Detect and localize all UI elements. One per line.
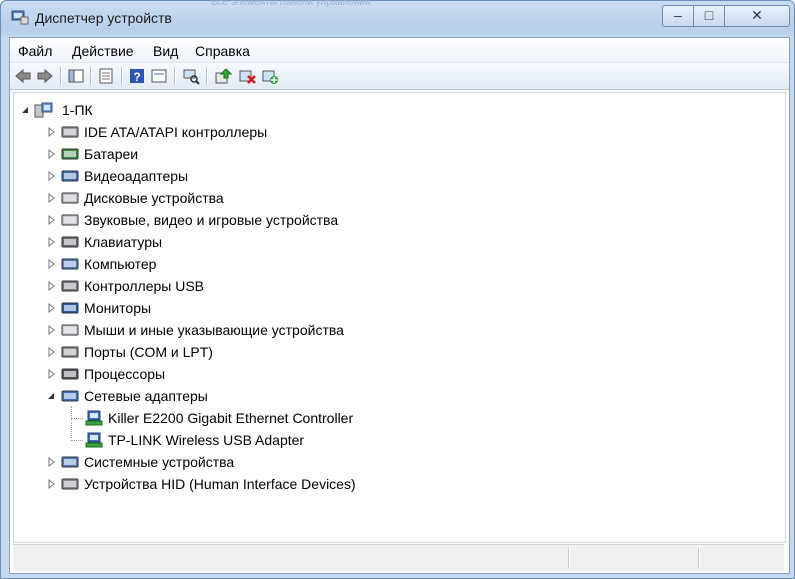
mouse-icon [61,324,79,336]
svg-text:?: ? [133,70,140,84]
scan-hardware-icon[interactable] [182,67,200,85]
network-device-label: TP-LINK Wireless USB Adapter [108,432,305,448]
status-separator [568,548,570,568]
background-ghost-text: Все элементы панели управления [211,0,371,8]
network-device-icon [85,410,103,426]
console-tree-icon[interactable] [67,67,85,85]
expand-arrow-icon[interactable] [46,457,56,467]
device-manager-app-icon [11,10,29,25]
tree-category-label: Мониторы [84,300,152,316]
help-icon[interactable]: ? [128,67,146,85]
tree-category-label: Видеоадаптеры [84,168,189,184]
expand-arrow-icon[interactable] [46,149,56,159]
title-bar[interactable]: Диспетчер устройств Все элементы панели … [1,0,794,35]
collapse-arrow-icon[interactable] [46,391,56,401]
expand-arrow-icon[interactable] [46,259,56,269]
display-adapter-icon [61,170,79,182]
network-adapter-icon [61,390,79,402]
close-icon: ✕ [751,7,763,23]
maximize-button[interactable]: □ [693,5,725,27]
tree-connector-line [71,406,72,438]
computer-icon [61,258,79,270]
toolbar-separator [174,67,176,85]
tree-category-label: IDE ATA/ATAPI контроллеры [84,124,268,140]
toolbar-separator [206,67,208,85]
tree-category-label: Звуковые, видео и игровые устройства [84,212,339,228]
tree-category-label: Порты (COM и LPT) [84,344,213,360]
tree-category-label: Контроллеры USB [84,278,204,294]
usb-icon [61,280,79,292]
tree-category-label: Системные устройства [84,454,235,470]
view-icon[interactable] [150,67,168,85]
menu-action[interactable]: Действие [72,43,134,59]
expand-arrow-icon[interactable] [46,347,56,357]
expand-arrow-icon[interactable] [46,171,56,181]
computer-root-icon [34,102,53,118]
keyboard-icon [61,236,79,248]
enable-device-icon[interactable] [261,67,279,85]
expand-arrow-icon[interactable] [46,127,56,137]
menu-view[interactable]: Вид [153,43,178,59]
forward-icon[interactable] [36,67,54,85]
port-icon [61,346,79,358]
battery-icon [61,148,79,160]
back-icon[interactable] [14,67,32,85]
disk-drive-icon [61,192,79,204]
expand-arrow-icon[interactable] [46,369,56,379]
device-manager-window: Диспетчер устройств Все элементы панели … [0,0,795,579]
hid-icon [61,478,79,490]
collapse-arrow-icon[interactable] [20,105,30,115]
maximize-icon: □ [704,7,714,23]
network-device-icon [85,432,103,448]
expand-arrow-icon[interactable] [46,281,56,291]
expand-arrow-icon[interactable] [46,237,56,247]
tree-connector-line [71,440,83,441]
expand-arrow-icon[interactable] [46,215,56,225]
tree-category-label: Процессоры [84,366,166,382]
expand-arrow-icon[interactable] [46,325,56,335]
toolbar-separator [60,67,62,85]
tree-category-label: Устройства HID (Human Interface Devices) [84,476,356,492]
minimize-button[interactable]: ‒ [662,5,694,27]
status-bar [13,544,784,571]
uninstall-icon[interactable] [238,67,256,85]
sound-icon [61,214,79,226]
client-area: Файл Действие Вид Справка ? 1-ПК IDE ATA… [9,37,790,574]
tree-category-label: Сетевые адаптеры [84,388,208,404]
monitor-icon [61,302,79,314]
tree-category-label: Компьютер [84,256,157,272]
menu-help[interactable]: Справка [195,43,250,59]
toolbar: ? [10,63,789,90]
menu-file[interactable]: Файл [18,43,52,59]
ide-controller-icon [61,126,79,138]
system-device-icon [61,456,79,468]
menu-bar: Файл Действие Вид Справка [10,38,789,63]
expand-arrow-icon[interactable] [46,303,56,313]
processor-icon [61,368,79,380]
tree-category-label: Батареи [84,146,139,162]
tree-category-label: Клавиатуры [84,234,163,250]
minimize-icon: ‒ [674,7,682,23]
tree-root-label: 1-ПК [62,102,93,118]
tree-connector-line [71,418,83,419]
expand-arrow-icon[interactable] [46,193,56,203]
status-separator [698,548,700,568]
toolbar-separator [121,67,123,85]
update-driver-icon[interactable] [214,67,232,85]
window-title: Диспетчер устройств [35,10,172,26]
properties-icon[interactable] [97,67,115,85]
toolbar-separator [90,67,92,85]
expand-arrow-icon[interactable] [46,479,56,489]
network-device-label: Killer E2200 Gigabit Ethernet Controller [108,410,354,426]
tree-category-label: Мыши и иные указывающие устройства [84,322,344,338]
device-tree[interactable]: 1-ПК IDE ATA/ATAPI контроллеры Батареи Вид… [13,92,786,543]
tree-category-label: Дисковые устройства [84,190,224,206]
close-button[interactable]: ✕ [724,5,790,27]
